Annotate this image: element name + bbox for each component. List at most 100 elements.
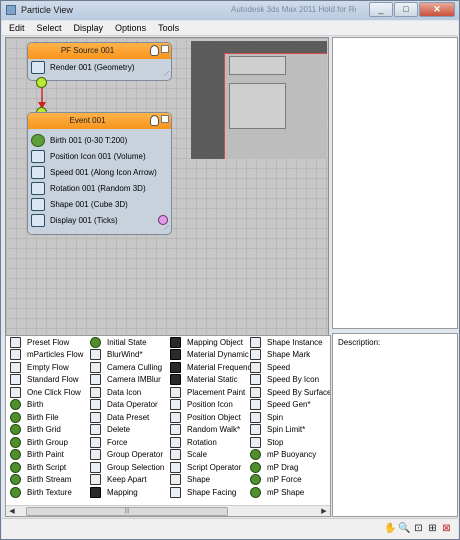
preview-icon[interactable] — [161, 115, 169, 123]
depot-item-label: mP Drag — [267, 462, 299, 472]
depot-item[interactable]: mP Buoyancy — [250, 449, 325, 462]
bulb-icon[interactable] — [150, 45, 159, 56]
depot-item[interactable]: mP Shape — [250, 486, 325, 499]
scroll-left-icon[interactable]: ◀ — [7, 507, 17, 516]
depot-item[interactable]: Data Preset — [90, 411, 166, 424]
depot-item[interactable]: Mapping Object — [170, 336, 246, 349]
event-header[interactable]: Event 001 — [28, 113, 171, 129]
depot-item[interactable]: Initial State — [90, 336, 166, 349]
depot-item[interactable]: Empty Flow — [10, 361, 86, 374]
depot-item-label: Preset Flow — [27, 337, 70, 347]
depot-item[interactable]: Speed — [250, 361, 325, 374]
depot-column: Initial State BlurWind* Camera Culling C… — [86, 336, 166, 506]
depot-item[interactable]: Speed By Surface — [250, 386, 330, 399]
depot-item[interactable]: Mapping — [90, 486, 166, 499]
depot-item[interactable]: Birth Paint — [10, 449, 86, 462]
depot-item[interactable]: Keep Apart — [90, 474, 166, 487]
depot-item[interactable]: Birth Texture — [10, 486, 86, 499]
depot-item[interactable]: Spin — [250, 411, 325, 424]
resize-grip[interactable]: ⟋ — [164, 225, 169, 233]
depot-item[interactable]: Birth Group — [10, 436, 86, 449]
depot-item[interactable]: Scale — [170, 449, 246, 462]
depot-item[interactable]: Data Operator — [90, 399, 166, 412]
navigator-preview[interactable] — [191, 41, 327, 159]
depot-item[interactable]: Position Object — [170, 411, 246, 424]
operator-row[interactable]: Speed 001 (Along Icon Arrow) — [28, 164, 171, 180]
event-node[interactable]: Event 001 Birth 001 (0-30 T:200) Positio… — [27, 112, 172, 235]
menu-display[interactable]: Display — [67, 21, 109, 35]
depot-item[interactable]: Speed By Icon — [250, 374, 325, 387]
depot-item[interactable]: BlurWind* — [90, 349, 166, 362]
depot-item[interactable]: Stop — [250, 436, 325, 449]
event-title: Event 001 — [69, 116, 106, 125]
menu-tools[interactable]: Tools — [151, 21, 184, 35]
depot-item[interactable]: Group Operator — [90, 449, 166, 462]
depot-item-label: Speed Gen* — [267, 400, 311, 410]
depot-item[interactable]: Standard Flow — [10, 374, 86, 387]
depot-item[interactable]: Rotation — [170, 436, 246, 449]
operator-row[interactable]: Render 001 (Geometry) — [28, 59, 171, 75]
depot-item[interactable]: Placement Paint — [170, 386, 246, 399]
depot-item[interactable]: Force — [90, 436, 166, 449]
zoom-extents-icon[interactable]: ⊞ — [426, 522, 439, 535]
depot-item[interactable]: Birth — [10, 399, 86, 412]
depot-item[interactable]: Birth File — [10, 411, 86, 424]
depot-item[interactable]: Preset Flow — [10, 336, 86, 349]
operator-row[interactable]: Display 001 (Ticks) — [28, 212, 171, 228]
operator-row[interactable]: Birth 001 (0-30 T:200) — [28, 132, 171, 148]
title-bar[interactable]: Particle View Autodesk 3ds Max 2011 Hold… — [1, 1, 459, 20]
depot-item[interactable]: Shape Mark — [250, 349, 325, 362]
pf-source-header[interactable]: PF Source 001 — [28, 43, 171, 59]
operator-row[interactable]: Shape 001 (Cube 3D) — [28, 196, 171, 212]
depot-item[interactable]: Material Static — [170, 374, 246, 387]
depot-item[interactable]: One Click Flow — [10, 386, 86, 399]
depot-item[interactable]: mP Force — [250, 474, 325, 487]
zoom-icon[interactable]: 🔍 — [398, 522, 411, 535]
bulb-icon[interactable] — [150, 115, 159, 126]
depot-panel[interactable]: Preset Flow mParticles Flow Empty Flow S… — [5, 335, 331, 517]
pan-icon[interactable]: ✋ — [384, 522, 397, 535]
depot-item[interactable]: Material Dynamic — [170, 349, 249, 362]
depot-item[interactable]: Birth Stream — [10, 474, 86, 487]
pf-source-title: PF Source 001 — [60, 46, 115, 55]
depot-item[interactable]: Shape — [170, 474, 246, 487]
depot-item[interactable]: Random Walk* — [170, 424, 246, 437]
menu-select[interactable]: Select — [30, 21, 67, 35]
depot-item[interactable]: Camera IMBlur — [90, 374, 166, 387]
no-draw-icon[interactable]: ⊠ — [440, 522, 453, 535]
close-button[interactable]: ✕ — [419, 2, 455, 17]
maximize-button[interactable]: □ — [394, 2, 418, 17]
minimize-button[interactable]: _ — [369, 2, 393, 17]
scroll-thumb[interactable]: ||| — [26, 507, 228, 516]
operator-row[interactable]: Position Icon 001 (Volume) — [28, 148, 171, 164]
depot-scrollbar[interactable]: ◀ ||| ▶ — [6, 505, 330, 516]
depot-item[interactable]: Speed Gen* — [250, 399, 325, 412]
depot-item[interactable]: Delete — [90, 424, 166, 437]
resize-grip[interactable]: ⟋ — [164, 71, 169, 79]
depot-item[interactable]: Shape Facing — [170, 486, 246, 499]
event-display-canvas[interactable]: PF Source 001 Render 001 (Geometry) ⟋ Ev… — [5, 37, 329, 339]
menu-options[interactable]: Options — [108, 21, 151, 35]
depot-item[interactable]: Position Icon — [170, 399, 246, 412]
depot-item[interactable]: mParticles Flow — [10, 349, 86, 362]
operator-row[interactable]: Rotation 001 (Random 3D) — [28, 180, 171, 196]
depot-item[interactable]: mP Drag — [250, 461, 325, 474]
depot-item[interactable]: Shape Instance — [250, 336, 325, 349]
zoom-region-icon[interactable]: ⊡ — [412, 522, 425, 535]
depot-item[interactable]: Camera Culling — [90, 361, 166, 374]
menu-edit[interactable]: Edit — [2, 21, 30, 35]
depot-item[interactable]: Group Selection — [90, 461, 166, 474]
depot-item[interactable]: Birth Script — [10, 461, 86, 474]
preview-icon[interactable] — [161, 45, 169, 53]
display-color-swatch[interactable] — [158, 215, 168, 225]
depot-item[interactable]: Data Icon — [90, 386, 166, 399]
operator-icon — [250, 336, 261, 348]
depot-item[interactable]: Material Frequency — [170, 361, 255, 374]
mparticles-icon — [250, 474, 261, 486]
depot-item[interactable]: Script Operator — [170, 461, 246, 474]
pf-source-node[interactable]: PF Source 001 Render 001 (Geometry) ⟋ — [27, 42, 172, 81]
scroll-right-icon[interactable]: ▶ — [319, 507, 329, 516]
depot-item[interactable]: Birth Grid — [10, 424, 86, 437]
depot-item[interactable]: Spin Limit* — [250, 424, 325, 437]
parameters-panel[interactable] — [332, 37, 458, 329]
